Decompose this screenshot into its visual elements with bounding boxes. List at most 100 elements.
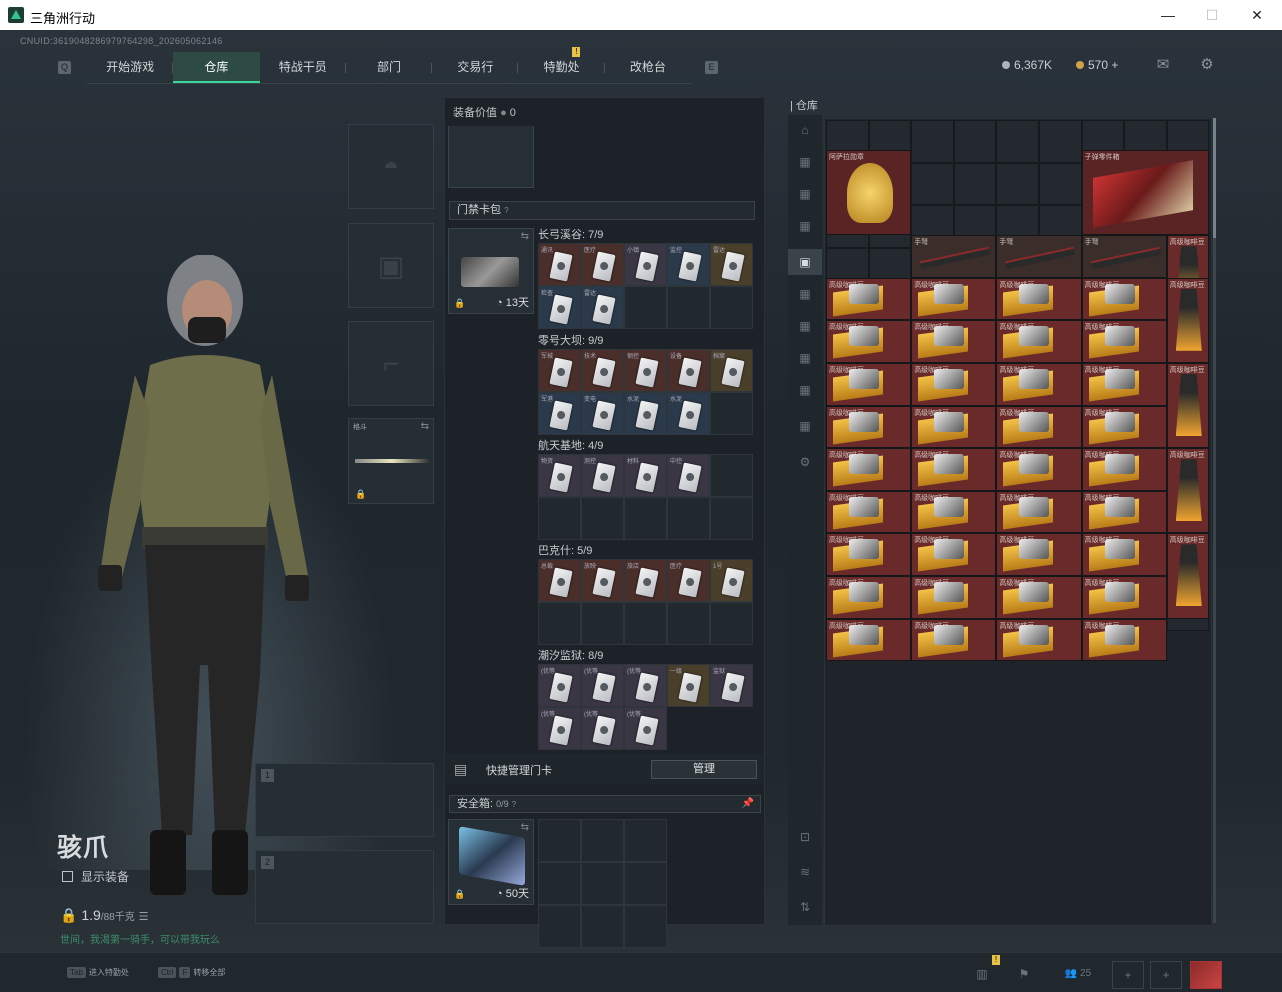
sort-icon[interactable]: ⇅: [796, 900, 814, 918]
warehouse-tab-icon[interactable]: ⌂: [796, 123, 814, 141]
warehouse-settings-icon[interactable]: ⚙: [796, 455, 814, 473]
keycard-item[interactable]: 物资: [538, 454, 581, 497]
safe-box-cell[interactable]: [624, 905, 667, 948]
empty-cell[interactable]: [624, 497, 667, 540]
warehouse-tab-icon[interactable]: ▦: [796, 187, 814, 205]
empty-cell[interactable]: [667, 286, 710, 329]
warehouse-tab-icon[interactable]: ▦: [796, 383, 814, 401]
pistol-slot[interactable]: ⌐: [348, 321, 434, 406]
warehouse-scrollbar[interactable]: [1213, 118, 1216, 923]
safe-box-cell[interactable]: [581, 905, 624, 948]
keycard-item[interactable]: 总裁: [538, 559, 581, 602]
add-teammate-button[interactable]: +: [1112, 961, 1144, 989]
keycard-pack-item[interactable]: ⇆ 🔒 ◔ 13天: [448, 228, 534, 314]
safe-box-item[interactable]: ⇆ 🔒 ◔ 50天: [448, 819, 534, 905]
coffee-bean-item[interactable]: 高级咖啡豆: [996, 448, 1082, 491]
warehouse-tab-active-icon[interactable]: ▣: [788, 249, 822, 275]
coffee-bean-item[interactable]: 高级咖啡豆: [911, 490, 997, 534]
keycard-item[interactable]: 档案: [710, 349, 753, 392]
keycard-item[interactable]: (优等: [538, 707, 581, 750]
keycard-item[interactable]: 医疗: [581, 243, 624, 286]
keycard-item[interactable]: 一级: [667, 664, 710, 707]
keycard-item[interactable]: 医疗: [667, 559, 710, 602]
keycard-item[interactable]: (优等: [581, 664, 624, 707]
keycard-item[interactable]: 中控: [667, 454, 710, 497]
warehouse-expand-icon[interactable]: ⊡: [796, 830, 814, 848]
empty-cell[interactable]: [624, 602, 667, 645]
ctrl-f-hint[interactable]: Ctrl F 转移全部: [158, 967, 225, 978]
add-teammate-button[interactable]: +: [1150, 961, 1182, 989]
coffee-bean-item[interactable]: 高级咖啡豆: [826, 405, 912, 449]
coffee-bean-item[interactable]: 高级咖啡豆: [826, 448, 912, 491]
warehouse-tab-icon[interactable]: ▦: [796, 319, 814, 337]
warehouse-tab-icon[interactable]: ▦: [796, 287, 814, 305]
keycard-item[interactable]: (优等: [538, 664, 581, 707]
warehouse-tab-icon[interactable]: ▦: [796, 419, 814, 437]
melee-slot[interactable]: 格斗 ⇆ 🔒: [348, 418, 434, 504]
player-avatar[interactable]: [1190, 961, 1222, 989]
keycard-item[interactable]: 雷达: [710, 243, 753, 286]
coffee-bean-item[interactable]: 高级咖啡豆: [996, 618, 1082, 662]
warehouse-tab-icon[interactable]: ▦: [796, 155, 814, 173]
keycard-item[interactable]: 检查: [538, 286, 581, 329]
coffee-bean-item[interactable]: 高级咖啡豆: [1081, 490, 1167, 534]
empty-cell[interactable]: [710, 602, 753, 645]
keycard-item[interactable]: (优等: [581, 707, 624, 750]
crossbow-item[interactable]: 手弩: [996, 235, 1082, 278]
armor-slot[interactable]: ▣: [348, 223, 434, 308]
coffee-bean-item[interactable]: 高级咖啡豆: [826, 277, 912, 321]
show-equipment-toggle[interactable]: 显示装备: [62, 868, 129, 885]
nav-next-e-icon[interactable]: E: [705, 61, 718, 74]
swap-icon[interactable]: ⇆: [521, 822, 529, 833]
coffee-bean-item[interactable]: 高级咖啡豆: [1081, 618, 1167, 662]
empty-cell[interactable]: [710, 392, 753, 435]
swap-icon[interactable]: ⇆: [421, 421, 429, 432]
coffee-bean-item[interactable]: 高级咖啡豆: [911, 533, 997, 576]
keycard-item[interactable]: (优等: [624, 707, 667, 750]
ammo-crate-item[interactable]: 子弹零件箱: [1081, 150, 1210, 236]
tab-hint[interactable]: Tab 进入特勤处: [67, 967, 129, 978]
friends-button[interactable]: 👥 25: [1058, 961, 1098, 989]
empty-cell[interactable]: [581, 602, 624, 645]
coffee-bean-item[interactable]: 高级咖啡豆: [996, 490, 1082, 534]
safe-box-cell[interactable]: [538, 862, 581, 905]
keycard-item[interactable]: 材料: [624, 454, 667, 497]
warehouse-cell[interactable]: [996, 162, 1039, 206]
crossbow-item[interactable]: 手弩: [911, 235, 997, 278]
coffee-bean-item[interactable]: 高级咖啡豆: [996, 320, 1082, 363]
empty-cell[interactable]: [581, 497, 624, 540]
coffee-bean-item[interactable]: 高级咖啡豆: [996, 363, 1082, 406]
keycard-item[interactable]: 1号: [710, 559, 753, 602]
coffee-bean-item[interactable]: 高级咖啡豆: [911, 618, 997, 662]
coffee-bean-item[interactable]: 高级咖啡豆: [996, 405, 1082, 449]
empty-cell[interactable]: [667, 497, 710, 540]
backpack-slot[interactable]: [448, 126, 534, 188]
empty-cell[interactable]: [710, 497, 753, 540]
coffee-bean-item[interactable]: 高级咖啡豆: [1081, 277, 1167, 321]
warehouse-cell[interactable]: [911, 162, 954, 206]
empty-cell[interactable]: [538, 497, 581, 540]
coffee-bean-item[interactable]: 高级咖啡豆: [996, 533, 1082, 576]
safe-box-cell[interactable]: [581, 819, 624, 862]
coffee-bean-item[interactable]: 高级咖啡豆: [911, 277, 997, 321]
keycard-item[interactable]: 设备: [667, 349, 710, 392]
coin-currency[interactable]: 570 +: [1076, 58, 1118, 72]
empty-cell[interactable]: [710, 454, 753, 497]
coffee-bean-item[interactable]: 高级咖啡豆: [1081, 448, 1167, 491]
swap-icon[interactable]: ⇆: [521, 231, 529, 242]
primary-weapon-slot[interactable]: 1: [255, 763, 434, 837]
keycard-item[interactable]: 通讯: [538, 243, 581, 286]
crossbow-item[interactable]: 手弩: [1081, 235, 1167, 278]
safe-box-cell[interactable]: [538, 905, 581, 948]
tab-special-ops[interactable]: 特勤处 !: [518, 47, 605, 83]
medal-item[interactable]: 阿萨拉勋章: [826, 150, 912, 236]
safe-box-cell[interactable]: [538, 819, 581, 862]
warehouse-cell[interactable]: [953, 120, 997, 163]
empty-cell[interactable]: [667, 602, 710, 645]
empty-cell[interactable]: [538, 602, 581, 645]
safe-box-cell[interactable]: [581, 862, 624, 905]
coffee-bean-item[interactable]: 高级咖啡豆: [1081, 576, 1167, 619]
coffee-bean-item[interactable]: 高级咖啡豆: [1081, 533, 1167, 576]
safe-box-cell[interactable]: [624, 862, 667, 905]
tab-start-game[interactable]: 开始游戏: [87, 52, 174, 83]
